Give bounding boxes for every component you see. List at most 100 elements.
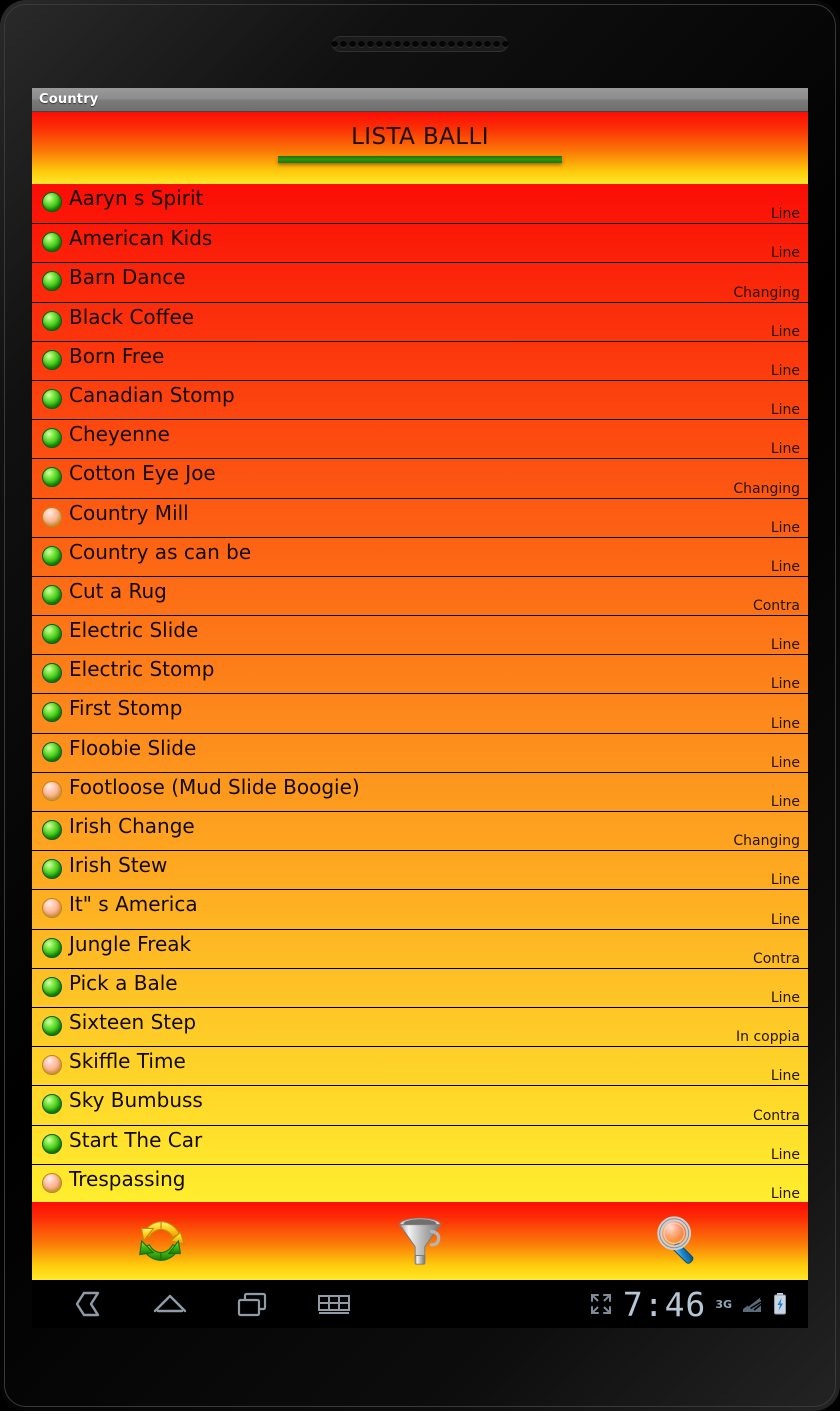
dance-list-row[interactable]: Sixteen Step In coppia xyxy=(32,1006,808,1047)
speaker-hole xyxy=(385,40,392,48)
window-title: Country xyxy=(39,92,99,107)
dance-list-row[interactable]: Trespassing Line xyxy=(32,1163,808,1202)
dance-list[interactable]: Aaryn s Spirit Line American Kids Line Barn … xyxy=(32,184,808,1202)
page-title: LISTA BALLI xyxy=(351,124,489,150)
speaker-hole xyxy=(493,40,500,48)
dance-name: Barn Dance xyxy=(69,265,186,290)
dance-list-row[interactable]: First Stomp Line xyxy=(32,693,808,733)
magnifier-search-icon xyxy=(656,1216,694,1264)
dance-name: Irish Change xyxy=(69,814,195,838)
dance-list-row[interactable]: Country as can be Line xyxy=(32,536,808,576)
speaker-hole xyxy=(403,40,410,48)
speaker-hole xyxy=(421,40,428,48)
speaker-hole xyxy=(484,40,491,48)
status-dot-green-icon xyxy=(42,1015,62,1036)
dance-list-row[interactable]: Jungle Freak Contra xyxy=(32,928,808,968)
dance-type-label: In coppia xyxy=(736,1029,800,1046)
status-dot-pink-icon xyxy=(42,1172,62,1193)
page-header-banner: LISTA BALLI xyxy=(32,112,808,184)
refresh-button[interactable] xyxy=(32,1202,291,1280)
search-button[interactable] xyxy=(549,1202,808,1280)
status-dot-green-icon xyxy=(42,545,62,566)
dance-name: Cotton Eye Joe xyxy=(69,461,216,486)
dance-list-row[interactable]: Canadian Stomp Line xyxy=(32,379,808,420)
funnel-filter-icon xyxy=(398,1217,442,1265)
dance-list-row[interactable]: Country Mill Line xyxy=(32,497,808,537)
dance-name: Trespassing xyxy=(69,1166,186,1191)
dance-list-row[interactable]: Sky Bumbuss Contra xyxy=(32,1085,808,1125)
fullscreen-icon[interactable] xyxy=(588,1291,614,1317)
dance-list-row[interactable]: Electric Slide Line xyxy=(32,615,808,655)
window-title-bar: Country xyxy=(32,88,808,112)
speaker-grille xyxy=(331,36,509,52)
dance-name: Country Mill xyxy=(69,500,189,525)
dance-name: Country as can be xyxy=(69,539,252,564)
dance-list-row[interactable]: Pick a Bale Line xyxy=(32,967,808,1007)
dance-list-row[interactable]: American Kids Line xyxy=(32,223,808,263)
status-dot-pink-icon xyxy=(42,780,62,801)
dance-type-label: Changing xyxy=(733,284,800,301)
home-button[interactable] xyxy=(146,1289,194,1319)
dance-type-label: Line xyxy=(770,1068,800,1085)
speaker-hole xyxy=(394,40,401,48)
dance-name: American Kids xyxy=(69,226,213,251)
dance-list-row[interactable]: Footloose (Mud Slide Boogie) Line xyxy=(32,771,808,811)
refresh-icon xyxy=(139,1221,186,1261)
dance-list-row[interactable]: Born Free Line xyxy=(32,340,808,380)
status-dot-green-icon xyxy=(42,467,62,488)
dance-list-row[interactable]: Electric Stomp Line xyxy=(32,654,808,694)
back-button[interactable] xyxy=(64,1289,112,1319)
dance-type-label: Changing xyxy=(733,480,800,497)
dance-list-row[interactable]: Black Coffee Line xyxy=(32,301,808,341)
dance-list-row[interactable]: Irish Stew Line xyxy=(32,850,808,890)
home-icon xyxy=(153,1294,187,1313)
dance-name: Irish Stew xyxy=(69,853,168,878)
dance-list-row[interactable]: Floobie Slide Line xyxy=(32,732,808,772)
recent-apps-button[interactable] xyxy=(228,1289,276,1319)
dance-type-label: Line xyxy=(770,558,800,575)
filter-button[interactable] xyxy=(291,1202,550,1280)
back-icon xyxy=(75,1291,100,1317)
speaker-hole xyxy=(502,40,509,48)
title-underline-accent xyxy=(278,156,562,163)
dance-list-row[interactable]: Cut a Rug Contra xyxy=(32,575,808,616)
dance-list-row[interactable]: Barn Dance Changing xyxy=(32,262,808,302)
dance-type-label: Line xyxy=(770,637,800,654)
dance-type-label: Line xyxy=(770,245,800,262)
status-dot-green-icon xyxy=(42,859,62,880)
bottom-action-bar xyxy=(32,1202,808,1280)
status-dot-green-icon xyxy=(42,1094,62,1115)
speaker-hole xyxy=(358,40,365,48)
dance-name: Aaryn s Spirit xyxy=(69,186,204,210)
dance-list-row[interactable]: Aaryn s Spirit Line xyxy=(32,184,808,224)
dance-list-row[interactable]: Skiffle Time Line xyxy=(32,1046,808,1086)
system-status-icons: 7:46 3G xyxy=(588,1288,808,1321)
dance-list-row[interactable]: Irish Change Changing xyxy=(32,811,808,851)
dance-list-row[interactable]: Cheyenne Line xyxy=(32,419,808,459)
dance-type-label: Line xyxy=(770,715,800,732)
dance-type-label: Contra xyxy=(752,598,800,615)
speaker-hole xyxy=(439,40,446,48)
status-dot-green-icon xyxy=(42,663,62,684)
speaker-hole xyxy=(430,40,437,48)
dance-list-row[interactable]: It" s America Line xyxy=(32,889,808,929)
dance-name: Canadian Stomp xyxy=(69,382,235,407)
network-type-label: 3G xyxy=(715,1297,732,1311)
dance-name: Skiffle Time xyxy=(69,1049,186,1074)
dance-type-label: Line xyxy=(770,362,800,379)
dance-name: First Stomp xyxy=(69,696,183,721)
status-dot-green-icon xyxy=(42,702,62,723)
status-dot-green-icon xyxy=(42,192,62,212)
status-dot-green-icon xyxy=(42,741,62,762)
dance-type-label: Line xyxy=(770,206,800,223)
speaker-hole xyxy=(367,40,374,48)
keyboard-button[interactable] xyxy=(310,1289,358,1319)
keyboard-icon xyxy=(318,1295,350,1314)
dance-list-row[interactable]: Cotton Eye Joe Changing xyxy=(32,458,808,498)
dance-type-label: Line xyxy=(770,1146,800,1163)
dance-list-row[interactable]: Start The Car Line xyxy=(32,1124,808,1164)
speaker-hole xyxy=(340,40,347,48)
status-clock: 7:46 xyxy=(622,1284,707,1324)
status-dot-green-icon xyxy=(42,349,62,370)
tablet-device-frame: Country LISTA BALLI Aaryn s Spirit Line Am… xyxy=(0,0,840,1411)
